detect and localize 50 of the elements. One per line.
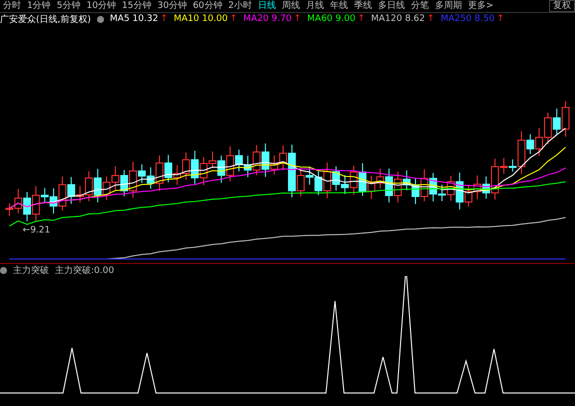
average-value: MA60 9.00 bbox=[307, 14, 356, 24]
candlestick bbox=[535, 128, 544, 156]
period-tab[interactable]: 分时 bbox=[0, 0, 24, 12]
candlestick bbox=[367, 175, 376, 200]
chart-title: 广安爱众(日线,前复权) bbox=[0, 14, 91, 26]
trend-arrow: ↑ bbox=[160, 14, 168, 24]
period-tab[interactable]: 季线 bbox=[351, 0, 376, 12]
adjust-button[interactable]: 复权 bbox=[549, 0, 575, 12]
period-tab[interactable]: 分笔 bbox=[408, 0, 432, 12]
period-tab[interactable]: 1分钟 bbox=[24, 0, 54, 12]
period-tab[interactable]: 30分钟 bbox=[154, 0, 190, 12]
trend-arrow: ↑ bbox=[427, 14, 435, 24]
trend-arrow: ↑ bbox=[496, 14, 504, 24]
period-tab[interactable]: 年线 bbox=[327, 0, 352, 12]
period-tab[interactable]: 日线 bbox=[255, 0, 280, 12]
candlestick bbox=[111, 166, 120, 190]
period-tab[interactable]: 5分钟 bbox=[54, 0, 84, 12]
candlestick bbox=[190, 150, 199, 184]
period-tab[interactable]: 15分钟 bbox=[118, 0, 154, 12]
candlestick bbox=[120, 170, 128, 197]
period-tab[interactable]: 10分钟 bbox=[83, 0, 119, 12]
period-tab[interactable]: 多周期 bbox=[432, 0, 466, 12]
candlestick bbox=[58, 176, 66, 211]
period-tab[interactable]: 60分钟 bbox=[190, 0, 226, 12]
trend-arrow: ↑ bbox=[230, 14, 238, 24]
trend-arrow: ↑ bbox=[357, 14, 365, 24]
candlestick bbox=[252, 144, 261, 176]
low-price-label: ←9.21 bbox=[22, 225, 50, 236]
average-value: MA20 9.70 bbox=[243, 14, 292, 24]
candlestick bbox=[164, 154, 172, 183]
period-tab[interactable]: 多日线 bbox=[375, 0, 408, 12]
period-tab[interactable]: 周线 bbox=[279, 0, 304, 12]
trend-arrow: ↑ bbox=[294, 14, 302, 24]
candlestick bbox=[94, 168, 102, 203]
period-tab[interactable]: 月线 bbox=[303, 0, 328, 12]
average-value: MA120 8.62 bbox=[370, 14, 426, 24]
average-value: MA5 10.32 bbox=[110, 14, 158, 24]
candlestick bbox=[244, 155, 252, 178]
candlestick bbox=[552, 108, 561, 136]
candlestick bbox=[473, 175, 482, 200]
indicator-name: 主力突破 bbox=[13, 264, 49, 276]
settings-dot-icon[interactable] bbox=[96, 16, 104, 22]
average-value: MA250 8.50 bbox=[440, 14, 495, 24]
settings-dot-icon[interactable] bbox=[0, 266, 7, 274]
candlestick bbox=[420, 168, 428, 202]
period-tab[interactable]: 2小时 bbox=[225, 0, 256, 12]
indicator-reading: 主力突破:0.00 bbox=[55, 264, 114, 276]
average-value: MA10 10.00 bbox=[174, 14, 228, 24]
candlestick bbox=[173, 164, 182, 186]
period-tab[interactable]: 更多> bbox=[465, 0, 497, 12]
